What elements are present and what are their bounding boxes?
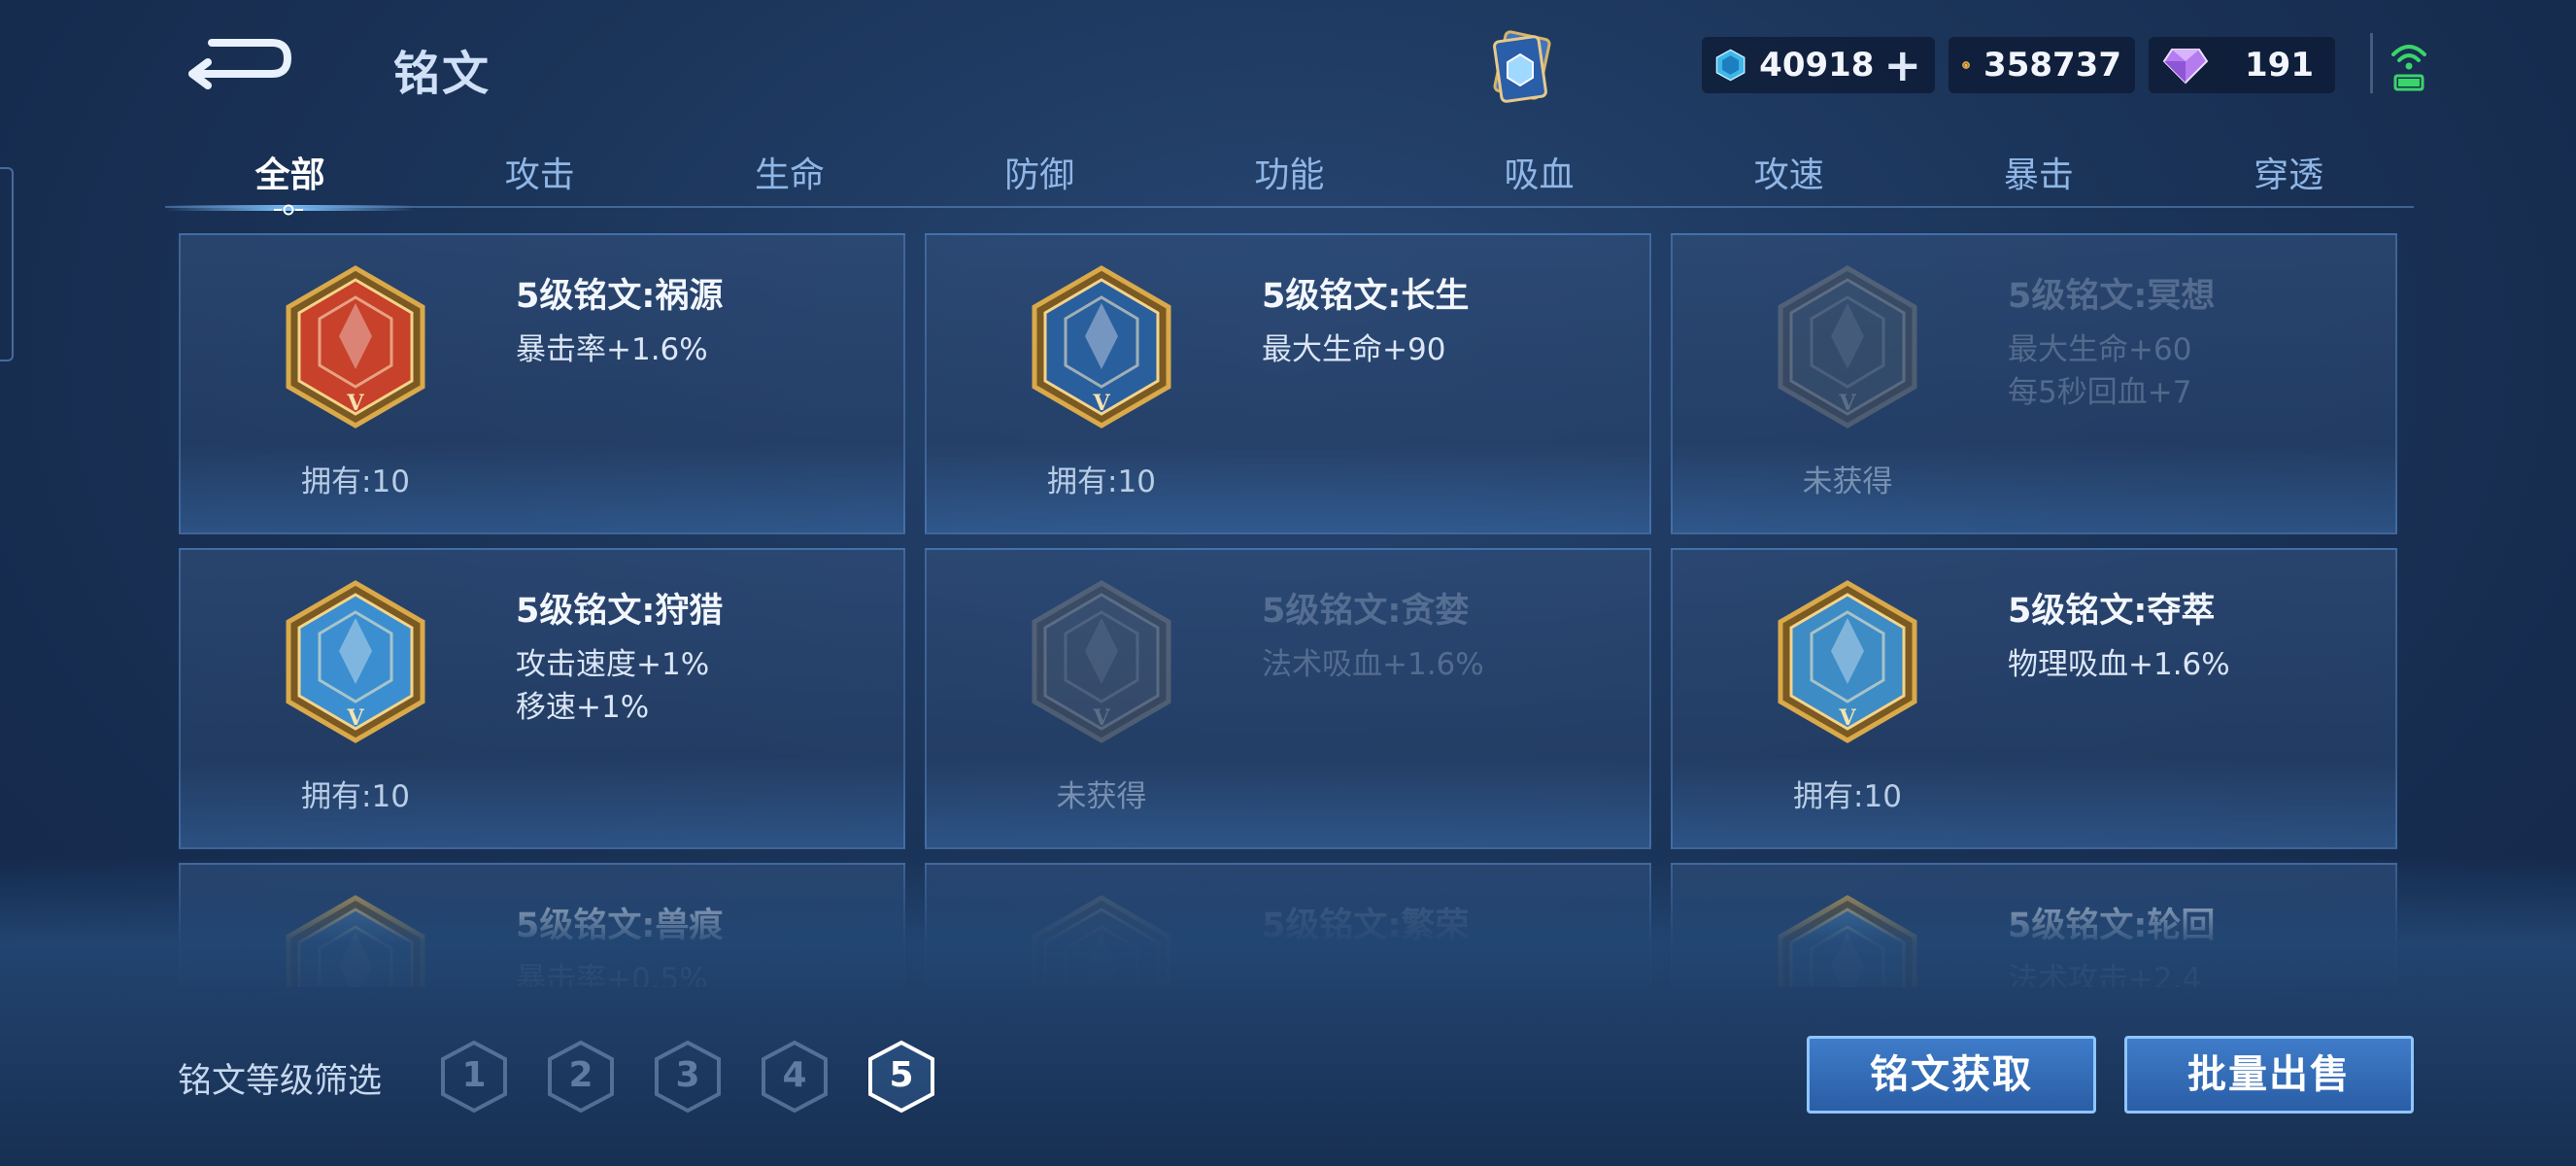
inscription-name: 5级铭文:兽痕 [516,907,724,945]
inscription-card[interactable]: V 5级铭文:狩猎 攻击速度+1% 移速+1% 拥有:10 [179,548,905,849]
gem-currency: 191 [2149,37,2335,93]
inscription-stat: 移速+1% [516,690,650,725]
inscription-name: 5级铭文:贪婪 [1262,592,1470,631]
inscription-cardbook-icon[interactable] [1486,27,1564,109]
svg-text:V: V [1092,391,1110,416]
network-signal-icon [2390,39,2428,93]
gold-currency: S 358737 [1949,37,2135,93]
inscription-card[interactable]: V 5级铭文:夺萃 物理吸血+1.6% 拥有:10 [1671,548,2397,849]
inscription-emblem-icon: V [1778,895,1917,987]
inscription-stat: 暴击率+0.5% [516,962,708,987]
inscription-emblem-icon: V [1032,895,1171,987]
inscription-stat: 最大生命+90 [1262,332,1446,367]
inscription-name: 5级铭文:繁荣 [1262,907,1470,945]
inscription-name: 5级铭文:冥想 [2008,277,2216,316]
inscription-emblem-icon: V [286,895,425,987]
inscription-name: 5级铭文:长生 [1262,277,1470,316]
inscription-stat: 法术攻击+2.4 [2008,962,2202,987]
inscription-emblem-icon: V [286,265,425,429]
inscription-name: 5级铭文:狩猎 [516,592,724,631]
inscription-card[interactable]: V 5级铭文:贪婪 法术吸血+1.6% 未获得 [925,548,1651,849]
svg-text:V: V [1092,705,1110,731]
status-divider [2370,33,2373,93]
add-diamond-button[interactable]: + [1883,43,1921,87]
inscription-name: 5级铭文:轮回 [2008,907,2216,945]
level-filter-label: 铭文等级筛选 [178,1062,383,1101]
inscription-name: 5级铭文:祸源 [516,277,724,316]
svg-text:V: V [346,391,364,416]
tab-attack-speed[interactable]: 攻速 [1664,141,1914,215]
back-arrow-icon[interactable] [183,29,299,97]
svg-text:V: V [1838,705,1856,731]
inscription-grid[interactable]: V 5级铭文:祸源 暴击率+1.6% 拥有:10 V 5级铭文:长生 最大生命+… [175,229,2405,987]
side-handle[interactable] [0,167,14,361]
inscription-stat: 最大生命+60 [2008,332,2192,367]
level-filter-1[interactable]: 1 [439,1040,509,1114]
diamond-amount: 40918 [1759,46,1875,85]
inscription-owned-count: 拥有:10 [1793,779,1902,814]
inscription-stat: 攻击速度+1% [516,647,710,682]
svg-text:V: V [1838,391,1856,416]
inscription-emblem-icon: V [1778,580,1917,743]
svg-text:V: V [346,705,364,731]
inscription-card[interactable]: V 5级铭文:祸源 暴击率+1.6% 拥有:10 [179,233,905,534]
purple-gem-icon [2162,49,2209,85]
level-filter-number: 4 [782,1055,807,1095]
inscription-name: 5级铭文:夺萃 [2008,592,2216,631]
level-filter-number: 2 [568,1055,593,1095]
diamond-currency: 40918 + [1702,37,1935,93]
inscription-emblem-icon: V [286,580,425,743]
level-filter-3[interactable]: 3 [653,1040,723,1114]
level-filter-5[interactable]: 5 [866,1040,936,1114]
inscription-card[interactable]: V 5级铭文:轮回 法术攻击+2.4 [1671,863,2397,987]
svg-text:S: S [1965,63,1968,67]
inscription-emblem-icon: V [1032,265,1171,429]
inscription-owned-count: 未获得 [1802,464,1893,499]
gold-amount: 358737 [1983,46,2121,85]
inscription-stat: 法术吸血+1.6% [1262,647,1484,682]
inscription-owned-count: 未获得 [1056,779,1147,814]
inscription-emblem-icon: V [1778,265,1917,429]
level-filter-2[interactable]: 2 [546,1040,616,1114]
tab-utility[interactable]: 功能 [1165,141,1414,215]
tab-crit[interactable]: 暴击 [1914,141,2163,215]
level-filter-4[interactable]: 4 [760,1040,830,1114]
obtain-inscription-button[interactable]: 铭文获取 [1807,1036,2096,1114]
inscription-card[interactable]: V 5级铭文:兽痕 暴击率+0.5% [179,863,905,987]
inscription-owned-count: 拥有:10 [1047,464,1156,499]
inscription-card[interactable]: V 5级铭文:繁荣 [925,863,1651,987]
bulk-sell-button[interactable]: 批量出售 [2124,1036,2414,1114]
inscription-card[interactable]: V 5级铭文:长生 最大生命+90 拥有:10 [925,233,1651,534]
category-tabs: 全部 攻击 生命 防御 功能 吸血 攻速 暴击 穿透 [165,141,2414,215]
diamond-crystal-icon [1715,49,1746,82]
gem-amount: 191 [2245,46,2314,85]
tab-lifesteal[interactable]: 吸血 [1414,141,1664,215]
level-filter-number: 1 [461,1055,487,1095]
inscription-owned-count: 拥有:10 [301,464,410,499]
active-tab-indicator [274,201,303,216]
gold-coin-icon: S [1962,61,1970,69]
inscription-owned-count: 拥有:10 [301,779,410,814]
tab-penetration[interactable]: 穿透 [2164,141,2414,215]
inscription-card[interactable]: V 5级铭文:冥想 最大生命+60 每5秒回血+7 未获得 [1671,233,2397,534]
tab-attack[interactable]: 攻击 [415,141,664,215]
level-filter-number: 5 [889,1055,914,1095]
tab-divider [165,206,2414,208]
inscription-stat: 暴击率+1.6% [516,332,708,367]
tab-health[interactable]: 生命 [664,141,914,215]
inscription-emblem-icon: V [1032,580,1171,743]
page-title: 铭文 [393,47,491,101]
inscription-stat: 每5秒回血+7 [2008,375,2192,410]
inscription-stat: 物理吸血+1.6% [2008,647,2230,682]
tab-defense[interactable]: 防御 [915,141,1165,215]
level-filter-number: 3 [675,1055,700,1095]
